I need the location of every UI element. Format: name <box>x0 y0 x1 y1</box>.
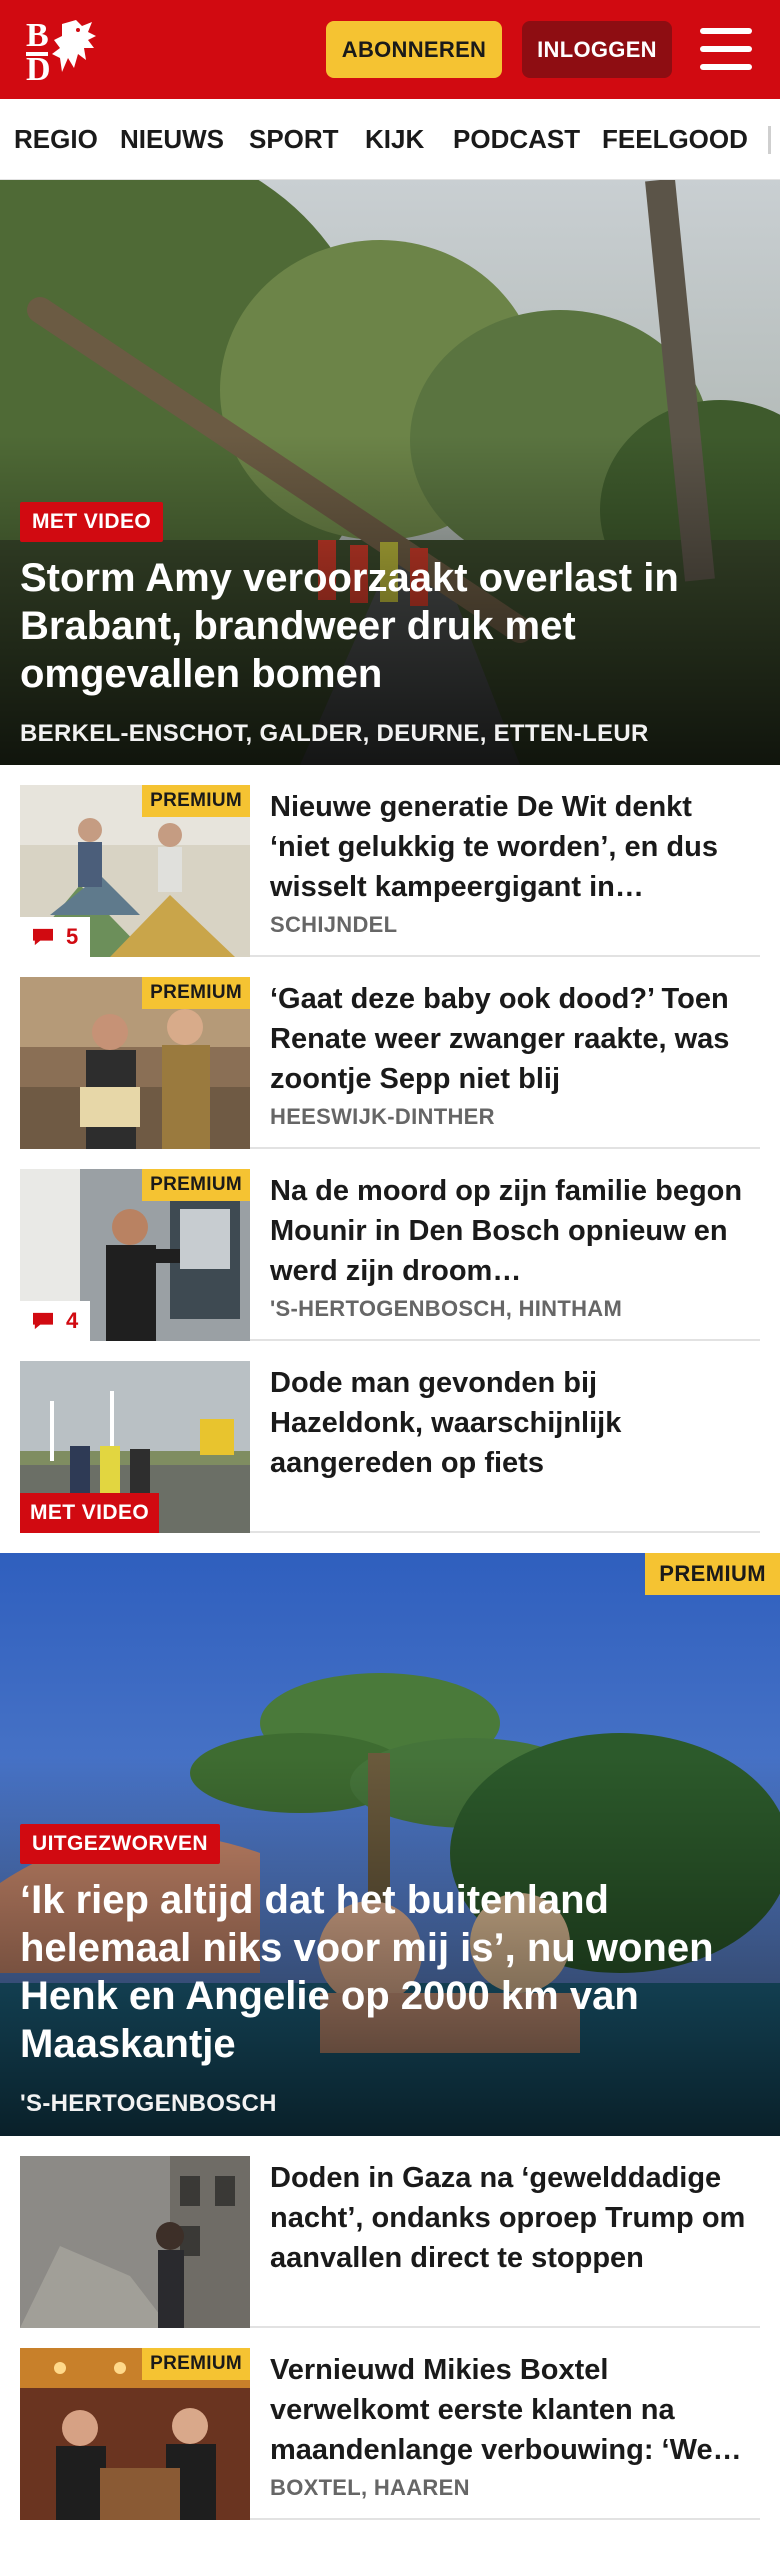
premium-badge: PREMIUM <box>142 2348 250 2380</box>
article-title[interactable]: Vernieuwd Mikies Boxtel verwelkomt eerst… <box>270 2350 750 2470</box>
nav-item-feelgood[interactable]: FEELGOOD <box>602 99 748 179</box>
article-location: 'S-HERTOGENBOSCH, HINTHAM <box>270 1296 623 1321</box>
article-thumbnail: MET VIDEO <box>20 1361 250 1533</box>
article-thumbnail: PREMIUM <box>20 977 250 1149</box>
article-title[interactable]: Dode man gevonden bij Hazeldonk, waarsch… <box>270 1363 750 1483</box>
article-location: BOXTEL, HAAREN <box>270 2475 470 2500</box>
premium-badge: PREMIUM <box>142 977 250 1009</box>
comment-count[interactable]: 5 <box>20 917 90 957</box>
top-bar: B D ABONNEREN INLOGGEN <box>0 0 780 99</box>
section-nav: REGIO NIEUWS SPORT KIJK PODCAST FEELGOOD <box>0 99 780 180</box>
article-row[interactable]: PREMIUM 5 Nieuwe generatie De Wit denkt … <box>20 767 760 957</box>
nav-item-regio[interactable]: REGIO <box>14 99 98 179</box>
comment-number: 4 <box>66 1308 79 1333</box>
article-thumbnail: PREMIUM 5 <box>20 785 250 957</box>
login-button[interactable]: INLOGGEN <box>522 21 672 78</box>
article-thumbnail: PREMIUM 4 <box>20 1169 250 1341</box>
svg-text:D: D <box>26 51 51 86</box>
comment-icon <box>33 1312 53 1330</box>
article-title[interactable]: ‘Gaat deze baby ook dood?’ Toen Renate w… <box>270 979 750 1099</box>
hero-location: 'S-HERTOGENBOSCH <box>20 2090 277 2117</box>
hero-title[interactable]: Storm Amy veroorzaakt overlast in Braban… <box>20 554 750 698</box>
article-location: HEESWIJK-DINTHER <box>270 1104 495 1129</box>
article-title[interactable]: Na de moord op zijn familie begon Mounir… <box>270 1171 750 1291</box>
hero-article-storm[interactable]: MET VIDEO Storm Amy veroorzaakt overlast… <box>0 180 780 765</box>
category-tag: UITGEZWORVEN <box>20 1824 220 1864</box>
nav-item-kijk[interactable]: KIJK <box>365 99 424 179</box>
premium-badge: PREMIUM <box>645 1553 780 1595</box>
bd-logo[interactable]: B D <box>22 14 118 88</box>
hero-location: BERKEL-ENSCHOT, GALDER, DEURNE, ETTEN-LE… <box>20 720 649 747</box>
comment-icon <box>33 928 53 946</box>
menu-icon[interactable] <box>700 26 752 72</box>
article-row[interactable]: PREMIUM ‘Gaat deze baby ook dood?’ Toen … <box>20 959 760 1149</box>
article-row[interactable]: PREMIUM 4 Na de moord op zijn familie be… <box>20 1151 760 1341</box>
article-row[interactable]: PREMIUM Vernieuwd Mikies Boxtel verwelko… <box>20 2330 760 2520</box>
article-thumbnail: PREMIUM <box>20 2348 250 2520</box>
premium-badge: PREMIUM <box>142 785 250 817</box>
nav-overflow-divider <box>768 126 771 154</box>
hero-article-maaskantje[interactable]: PREMIUM UITGEZWORVEN ‘Ik riep altijd dat… <box>0 1553 780 2136</box>
svg-text:B: B <box>26 17 49 54</box>
nav-item-sport[interactable]: SPORT <box>249 99 339 179</box>
subscribe-button[interactable]: ABONNEREN <box>326 21 502 78</box>
comment-count[interactable]: 4 <box>20 1301 90 1341</box>
comment-number: 5 <box>66 924 79 949</box>
article-location: SCHIJNDEL <box>270 912 398 937</box>
nav-item-podcast[interactable]: PODCAST <box>453 99 580 179</box>
premium-badge: PREMIUM <box>142 1169 250 1201</box>
video-badge: MET VIDEO <box>20 1493 160 1533</box>
article-title[interactable]: Doden in Gaza na ‘gewelddadige nacht’, o… <box>270 2158 750 2278</box>
video-tag: MET VIDEO <box>20 502 164 542</box>
article-thumbnail <box>20 2156 250 2328</box>
article-row[interactable]: MET VIDEO Dode man gevonden bij Hazeldon… <box>20 1343 760 1533</box>
hero-title[interactable]: ‘Ik riep altijd dat het buitenland helem… <box>20 1876 750 2068</box>
article-title[interactable]: Nieuwe generatie De Wit denkt ‘niet gelu… <box>270 787 750 907</box>
article-row[interactable]: Doden in Gaza na ‘gewelddadige nacht’, o… <box>20 2138 760 2328</box>
nav-item-nieuws[interactable]: NIEUWS <box>120 99 224 179</box>
